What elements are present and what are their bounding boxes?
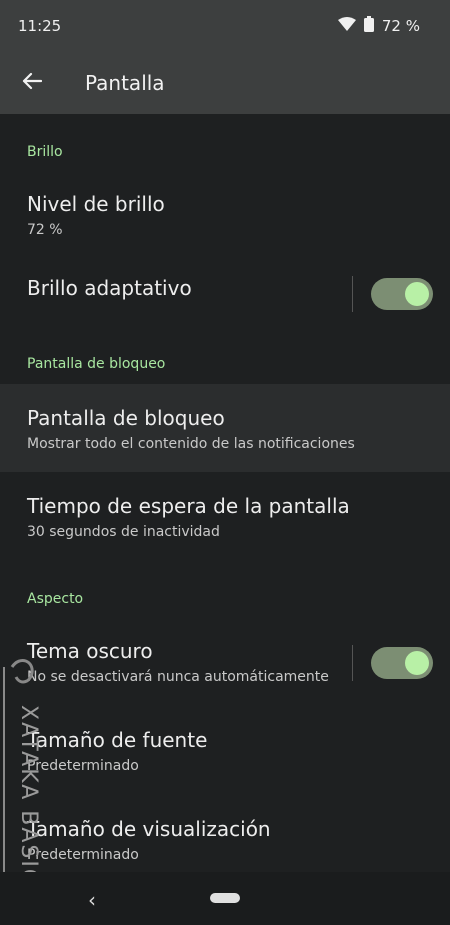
brillo-adaptativo-toggle[interactable]: [371, 278, 433, 310]
battery-icon: [363, 16, 374, 36]
wifi-icon: [337, 17, 356, 35]
setting-subtitle: 30 segundos de inactividad: [27, 524, 220, 540]
setting-title: Pantalla de bloqueo: [27, 406, 225, 430]
section-header-pantalla-de-bloqueo: Pantalla de bloqueo: [27, 356, 166, 372]
setting-tamano-de-fuente[interactable]: Tamaño de fuente Predeterminado: [0, 728, 450, 788]
toggle-knob: [405, 282, 429, 306]
toggle-knob: [405, 651, 429, 675]
setting-tiempo-de-espera[interactable]: Tiempo de espera de la pantalla 30 segun…: [0, 494, 450, 554]
setting-title: Tamaño de visualización: [27, 817, 271, 841]
setting-title: Nivel de brillo: [27, 192, 165, 216]
setting-nivel-de-brillo[interactable]: Nivel de brillo 72 %: [0, 192, 450, 252]
status-icons: 72 %: [337, 16, 420, 36]
chevron-left-icon[interactable]: ‹: [88, 888, 96, 912]
page-title: Pantalla: [85, 71, 165, 95]
back-button[interactable]: [2, 52, 62, 114]
section-header-brillo: Brillo: [27, 144, 63, 160]
toggle-divider: [352, 276, 353, 312]
setting-subtitle: Mostrar todo el contenido de las notific…: [27, 436, 355, 452]
tema-oscuro-toggle[interactable]: [371, 647, 433, 679]
status-time: 11:25: [18, 17, 62, 35]
setting-title: Tamaño de fuente: [27, 728, 208, 752]
section-header-aspecto: Aspecto: [27, 591, 84, 607]
settings-list: Brillo Nivel de brillo 72 % Brillo adapt…: [0, 114, 450, 872]
setting-subtitle: Predeterminado: [27, 847, 139, 863]
arrow-back-icon: [22, 71, 43, 95]
setting-title: Tiempo de espera de la pantalla: [27, 494, 350, 518]
setting-subtitle: 72 %: [27, 222, 63, 238]
setting-tamano-de-visualizacion[interactable]: Tamaño de visualización Predeterminado: [0, 817, 450, 872]
home-pill-icon[interactable]: [210, 893, 240, 903]
navigation-bar: ‹: [0, 872, 450, 925]
setting-pantalla-de-bloqueo[interactable]: Pantalla de bloqueo Mostrar todo el cont…: [0, 384, 450, 472]
battery-percent: 72 %: [381, 17, 420, 35]
status-bar: 11:25 72 %: [0, 0, 450, 52]
toggle-divider: [352, 645, 353, 681]
setting-subtitle: Predeterminado: [27, 758, 139, 774]
app-bar: Pantalla: [0, 52, 450, 114]
